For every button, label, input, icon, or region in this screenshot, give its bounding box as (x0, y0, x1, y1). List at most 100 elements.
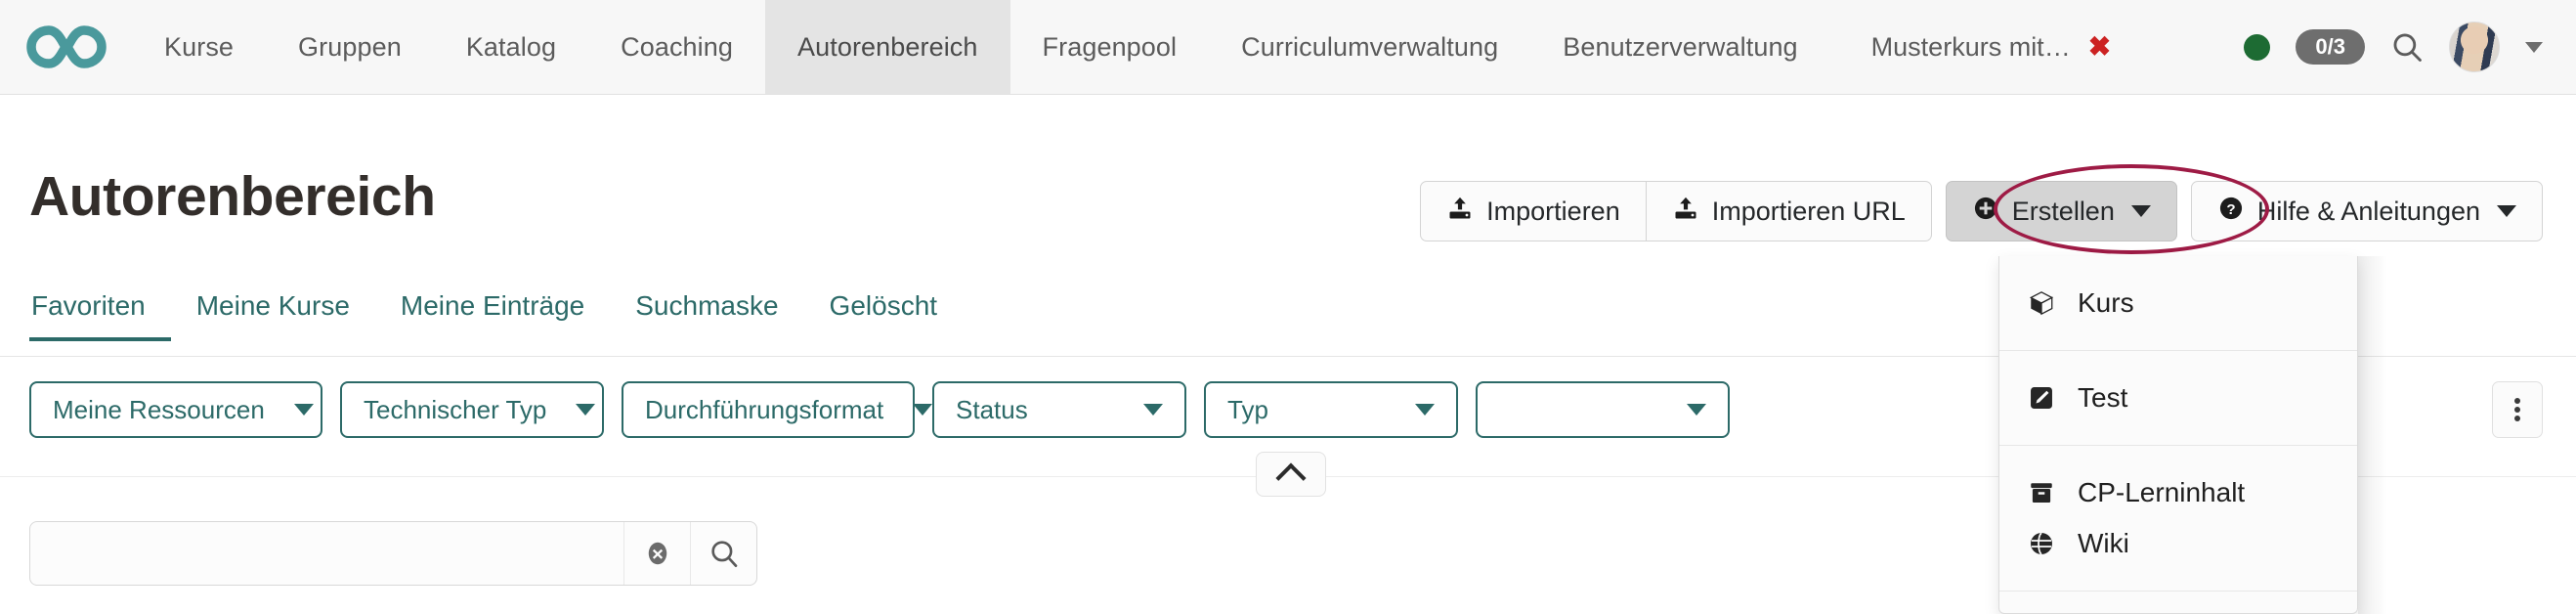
menu-item-kurs[interactable]: Kurs (1999, 278, 2357, 329)
toolbar-gap (1932, 181, 1946, 241)
nav-item-kurse[interactable]: Kurse (132, 0, 266, 94)
search-submit-icon[interactable] (690, 522, 756, 585)
nav-right-cluster: 0/3 (2244, 0, 2576, 94)
top-navigation-bar: Kurse Gruppen Katalog Coaching Autorenbe… (0, 0, 2576, 95)
caret-down-icon (2131, 205, 2151, 217)
tab-meine-kurse[interactable]: Meine Kurse (171, 290, 375, 341)
filter-label: Meine Ressourcen (53, 395, 265, 425)
import-button[interactable]: Importieren (1420, 181, 1647, 241)
import-button-label: Importieren (1486, 197, 1620, 227)
content-tabs: Favoriten Meine Kurse Meine Einträge Suc… (29, 290, 963, 341)
nav-label: Coaching (621, 32, 733, 63)
filter-additional[interactable] (1476, 381, 1730, 438)
import-url-button[interactable]: Importieren URL (1647, 181, 1932, 241)
nav-item-curriculumverwaltung[interactable]: Curriculumverwaltung (1209, 0, 1530, 94)
cube-icon (2027, 289, 2056, 317)
brand-logo[interactable] (0, 0, 132, 94)
create-button[interactable]: Erstellen (1946, 181, 2177, 241)
filter-status[interactable]: Status (932, 381, 1186, 438)
nav-label: Katalog (466, 32, 556, 63)
nav-item-fragenpool[interactable]: Fragenpool (1010, 0, 1210, 94)
clear-circle-icon[interactable] (623, 522, 690, 585)
caret-down-icon (2497, 205, 2516, 217)
nav-label: Fragenpool (1043, 32, 1178, 63)
menu-group-3: CP-Lerninhalt Wiki (1999, 445, 2357, 591)
more-vertical-icon[interactable] (2492, 381, 2543, 438)
svg-text:?: ? (2226, 200, 2235, 217)
nav-label: Curriculumverwaltung (1241, 32, 1498, 63)
tab-favoriten[interactable]: Favoriten (29, 290, 171, 341)
menu-group-1: Kurs (1999, 256, 2357, 350)
filter-label: Typ (1227, 395, 1268, 425)
tab-suchmaske[interactable]: Suchmaske (610, 290, 803, 341)
menu-group-4: Podcast (1999, 591, 2357, 614)
nav-item-katalog[interactable]: Katalog (434, 0, 588, 94)
search-icon[interactable] (2390, 30, 2424, 64)
tab-label: Gelöscht (830, 290, 938, 321)
caret-down-icon (1143, 404, 1163, 416)
page-actions-toolbar: Importieren Importieren URL Erste (1420, 181, 2543, 241)
caret-down-icon (1687, 404, 1706, 416)
menu-item-cp-lerninhalt[interactable]: CP-Lerninhalt (1999, 467, 2357, 518)
filter-label: Status (956, 395, 1028, 425)
toolbar-gap-2 (2177, 181, 2191, 241)
filter-technischer-typ[interactable]: Technischer Typ (340, 381, 604, 438)
nav-spacer (2140, 0, 2244, 94)
filter-label: Durchführungsformat (645, 395, 883, 425)
caret-down-icon (1415, 404, 1435, 416)
task-counter-badge[interactable]: 0/3 (2296, 29, 2365, 64)
menu-item-label: CP-Lerninhalt (2078, 477, 2245, 508)
help-button[interactable]: ? Hilfe & Anleitungen (2191, 181, 2543, 241)
nav-label: Benutzerverwaltung (1563, 32, 1797, 63)
open-course-tab[interactable]: Musterkurs mit… ✖ (1830, 0, 2141, 94)
filter-bar: Meine Ressourcen Technischer Typ Durchfü… (29, 381, 1730, 438)
close-x-icon[interactable]: ✖ (2088, 33, 2111, 61)
nav-item-gruppen[interactable]: Gruppen (266, 0, 434, 94)
tab-meine-eintraege[interactable]: Meine Einträge (375, 290, 610, 341)
filter-meine-ressourcen[interactable]: Meine Ressourcen (29, 381, 322, 438)
filter-label: Technischer Typ (364, 395, 546, 425)
upload-icon (1672, 195, 1699, 229)
kebab-dot (2514, 416, 2520, 421)
menu-item-label: Wiki (2078, 528, 2129, 559)
user-avatar[interactable] (2449, 22, 2500, 72)
app-root: Kurse Gruppen Katalog Coaching Autorenbe… (0, 0, 2576, 614)
help-button-label: Hilfe & Anleitungen (2257, 197, 2480, 227)
filter-durchfuehrungsformat[interactable]: Durchführungsformat (622, 381, 915, 438)
create-dropdown-menu: Kurs Test (1998, 256, 2358, 614)
nav-item-coaching[interactable]: Coaching (588, 0, 765, 94)
search-input[interactable] (30, 522, 623, 585)
tab-geloescht[interactable]: Gelöscht (804, 290, 964, 341)
caret-down-icon (294, 404, 314, 416)
nav-label: Autorenbereich (797, 32, 978, 63)
plus-circle-icon (1972, 195, 1999, 229)
kebab-dot (2514, 398, 2520, 404)
infinity-logo-icon (26, 24, 107, 69)
menu-group-2: Test (1999, 350, 2357, 445)
tab-label: Favoriten (31, 290, 146, 321)
nav-item-autorenbereich[interactable]: Autorenbereich (765, 0, 1010, 94)
import-url-button-label: Importieren URL (1712, 197, 1906, 227)
tab-label: Meine Einträge (401, 290, 584, 321)
collapse-filters-button[interactable] (1256, 452, 1326, 497)
filter-typ[interactable]: Typ (1204, 381, 1458, 438)
chevron-up-icon (1275, 462, 1306, 493)
archive-box-icon (2027, 479, 2056, 506)
create-button-label: Erstellen (2012, 197, 2115, 227)
kebab-dots (2514, 395, 2520, 424)
menu-item-label: Kurs (2078, 287, 2134, 319)
pencil-square-icon (2027, 384, 2056, 412)
kebab-dot (2514, 407, 2520, 413)
open-course-title: Musterkurs mit… (1871, 32, 2071, 63)
tab-label: Meine Kurse (196, 290, 350, 321)
globe-icon (2027, 530, 2056, 557)
chevron-down-icon[interactable] (2525, 42, 2543, 53)
status-dot-indicator (2244, 34, 2270, 61)
menu-shadow (2358, 256, 2387, 614)
caret-down-icon (576, 404, 595, 416)
question-circle-icon: ? (2217, 195, 2245, 229)
menu-item-test[interactable]: Test (1999, 373, 2357, 423)
menu-item-wiki[interactable]: Wiki (1999, 518, 2357, 569)
primary-nav-items: Kurse Gruppen Katalog Coaching Autorenbe… (132, 0, 1830, 94)
nav-item-benutzerverwaltung[interactable]: Benutzerverwaltung (1530, 0, 1829, 94)
